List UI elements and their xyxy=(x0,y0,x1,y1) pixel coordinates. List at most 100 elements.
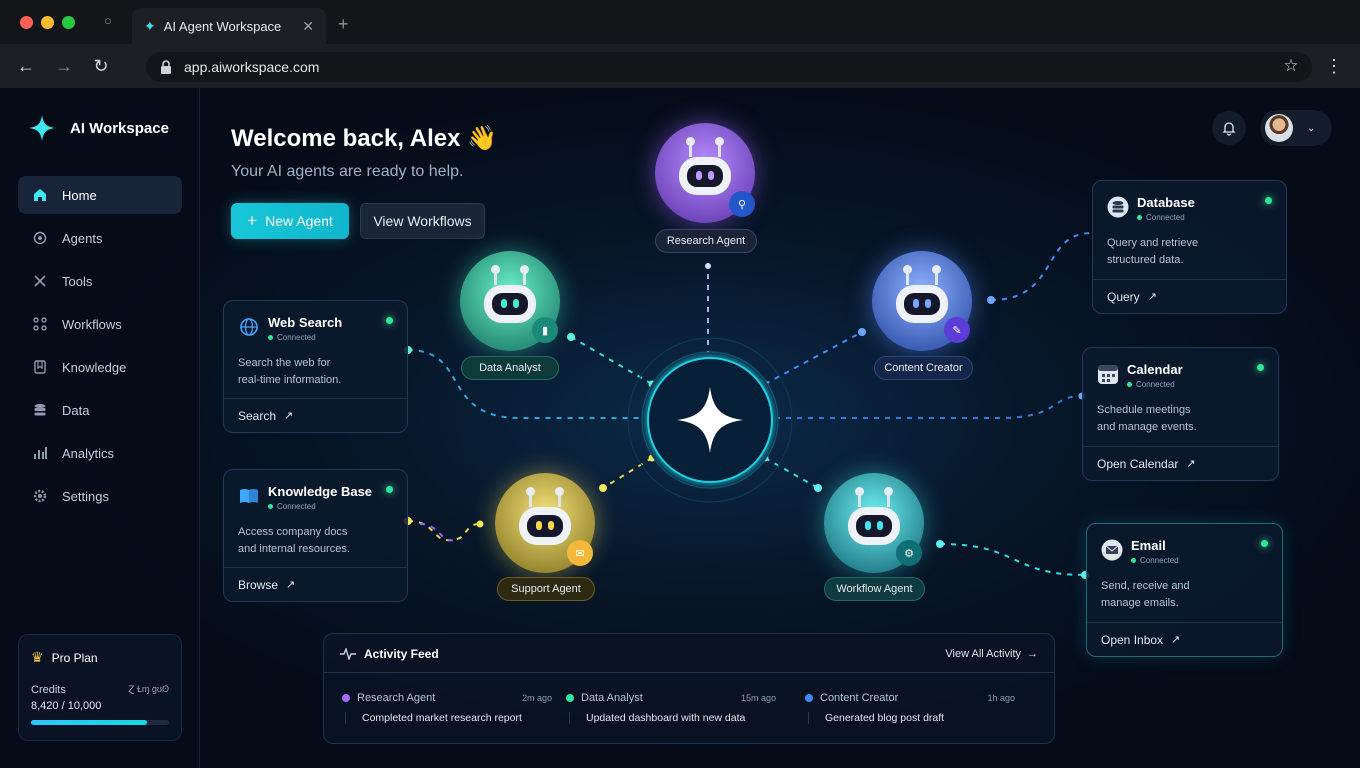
chat-badge-icon: ✉ xyxy=(567,540,593,566)
data-analyst-avatar[interactable]: ▮ xyxy=(460,251,560,351)
url-text: app.aiworkspace.com xyxy=(184,59,320,75)
sidebar-item-data[interactable]: Data xyxy=(18,391,182,429)
view-all-activity-link[interactable]: View All Activity → xyxy=(945,648,1038,660)
data-analyst-label[interactable]: Data Analyst xyxy=(461,356,559,380)
notifications-button[interactable] xyxy=(1212,111,1246,145)
status-text: Connected xyxy=(277,502,316,511)
external-link-icon: ↗ xyxy=(1147,291,1157,303)
tab-group-icon[interactable]: ○ xyxy=(104,13,112,28)
research-agent-label[interactable]: Research Agent xyxy=(655,229,757,253)
view-all-label: View All Activity xyxy=(945,648,1021,660)
antenna xyxy=(491,265,500,285)
database-icon xyxy=(1107,196,1129,218)
sidebar-item-label: Settings xyxy=(62,488,109,504)
eye xyxy=(877,521,883,530)
hub-sparkle-icon xyxy=(677,387,743,453)
address-bar[interactable]: app.aiworkspace.com xyxy=(146,52,1312,82)
robot-screen xyxy=(527,515,563,537)
plan-name: Pro Plan xyxy=(51,650,98,665)
more-menu-icon[interactable]: ⋮ xyxy=(1322,54,1346,78)
card-title: Knowledge Base xyxy=(268,484,373,499)
robot-screen xyxy=(904,293,940,315)
status-text: Connected xyxy=(1136,380,1175,389)
open-inbox-action[interactable]: Open Inbox ↗ xyxy=(1087,622,1282,656)
back-icon[interactable]: ← xyxy=(14,54,38,78)
sidebar-item-home[interactable]: Home xyxy=(18,176,182,214)
action-label: Open Calendar xyxy=(1097,456,1179,471)
search-action[interactable]: Search ↗ xyxy=(224,398,407,432)
credits-row: Credits Ɀ Ɫɱ ɡʊʘ xyxy=(31,684,169,696)
workflow-icon xyxy=(33,317,47,331)
description-line: and internal resources. xyxy=(238,543,350,555)
sidebar-item-analytics[interactable]: Analytics xyxy=(18,434,182,472)
feed-item[interactable]: Data Analyst 15m ago Updated dashboard w… xyxy=(566,692,776,724)
antenna xyxy=(715,137,724,157)
status-text: Connected xyxy=(1140,556,1179,565)
sidebar-item-workflows[interactable]: Workflows xyxy=(18,305,182,343)
description-line: Send, receive and xyxy=(1101,580,1190,592)
sidebar-item-agents[interactable]: Agents xyxy=(18,219,182,257)
description-line: structured data. xyxy=(1107,254,1184,266)
robot-screen xyxy=(687,165,723,187)
eye xyxy=(501,299,507,308)
browser-tab[interactable]: ✦ AI Agent Workspace ✕ xyxy=(132,8,326,44)
feed-agent-name: Research Agent xyxy=(357,692,436,704)
eye xyxy=(536,521,542,530)
star-icon[interactable]: ☆ xyxy=(1279,54,1303,78)
close-window-button[interactable] xyxy=(20,16,33,29)
content-creator-label[interactable]: Content Creator xyxy=(874,356,973,380)
eye xyxy=(865,521,871,530)
pen-badge-icon: ✎ xyxy=(944,317,970,343)
card-description: Access company docs and internal resource… xyxy=(238,524,393,558)
card-header: Email Connected xyxy=(1131,538,1179,565)
feed-title: Activity Feed xyxy=(364,647,439,661)
card-header: Calendar Connected xyxy=(1127,362,1183,389)
connected-status: Connected xyxy=(1137,213,1195,222)
book-icon xyxy=(240,489,258,503)
book-icon xyxy=(34,360,46,374)
status-light xyxy=(1257,364,1264,371)
profile-menu[interactable]: ⌄ xyxy=(1260,110,1332,146)
sidebar-item-label: Analytics xyxy=(62,445,115,461)
browse-action[interactable]: Browse ↗ xyxy=(224,567,407,601)
new-agent-button[interactable]: + New Agent xyxy=(231,203,349,239)
sidebar-item-settings[interactable]: Settings xyxy=(18,477,182,515)
maximize-window-button[interactable] xyxy=(62,16,75,29)
status-text: Connected xyxy=(1146,213,1185,222)
forward-icon[interactable]: → xyxy=(52,54,76,78)
feed-item[interactable]: Content Creator 1h ago Generated blog po… xyxy=(805,692,1015,724)
feed-message: Updated dashboard with new data xyxy=(569,712,776,724)
open-calendar-action[interactable]: Open Calendar ↗ xyxy=(1083,446,1278,480)
sidebar-item-label: Agents xyxy=(62,230,103,246)
minimize-window-button[interactable] xyxy=(41,16,54,29)
content-creator-avatar[interactable]: ✎ xyxy=(872,251,972,351)
card-title: Web Search xyxy=(268,315,343,330)
robot-face xyxy=(896,285,948,323)
card-title: Database xyxy=(1137,195,1195,210)
connected-status: Connected xyxy=(268,502,372,511)
new-agent-label: New Agent xyxy=(265,213,333,229)
view-workflows-button[interactable]: View Workflows xyxy=(360,203,485,239)
new-tab-icon[interactable]: + xyxy=(338,14,349,35)
research-agent-avatar[interactable]: ⚲ xyxy=(655,123,755,223)
crown-icon: ♛ xyxy=(31,649,44,665)
feed-item[interactable]: Research Agent 2m ago Completed market r… xyxy=(342,692,552,724)
avatar xyxy=(1265,114,1293,142)
calendar-card: Calendar Connected Schedule meetings and m… xyxy=(1082,347,1279,481)
robot-face xyxy=(484,285,536,323)
query-action[interactable]: Query ↗ xyxy=(1093,279,1286,313)
sidebar-item-label: Workflows xyxy=(62,316,122,332)
credits-aside: Ɀ Ɫɱ ɡʊʘ xyxy=(128,684,169,694)
close-tab-icon[interactable]: ✕ xyxy=(302,18,314,35)
sidebar-item-label: Home xyxy=(62,187,97,203)
credits-value: 8,420 / 10,000 xyxy=(31,700,102,712)
database-card: Database Connected Query and retrieve stru… xyxy=(1092,180,1287,314)
sidebar-item-tools[interactable]: Tools xyxy=(18,262,182,300)
support-agent-avatar[interactable]: ✉ xyxy=(495,473,595,573)
activity-feed: Activity Feed View All Activity → Researc… xyxy=(323,633,1055,744)
workflow-agent-avatar[interactable]: ⚙ xyxy=(824,473,924,573)
support-agent-label[interactable]: Support Agent xyxy=(497,577,595,601)
workflow-agent-label[interactable]: Workflow Agent xyxy=(824,577,925,601)
sidebar-item-knowledge[interactable]: Knowledge xyxy=(18,348,182,386)
reload-icon[interactable]: ↻ xyxy=(89,54,113,78)
